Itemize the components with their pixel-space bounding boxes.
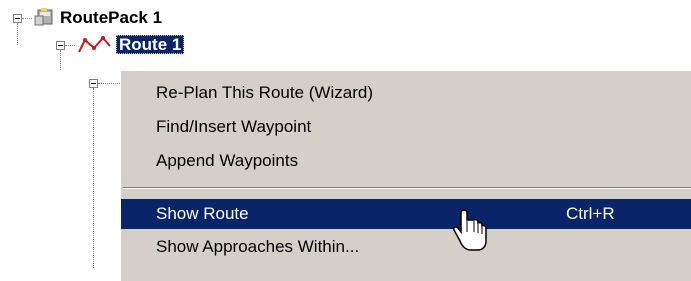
tree-connector	[98, 83, 120, 84]
routepack-collapse-toggle[interactable]	[13, 14, 22, 23]
menu-item-label: Find/Insert Waypoint	[156, 117, 312, 136]
route-label-wrap[interactable]: Route 1	[116, 34, 185, 56]
tree-connector	[22, 18, 32, 19]
routepack-label[interactable]: RoutePack 1	[60, 7, 162, 29]
tree-connector	[65, 45, 75, 46]
routepack-icon	[34, 8, 53, 26]
route-collapse-toggle[interactable]	[56, 41, 65, 50]
menu-item-replan-route[interactable]: Re-Plan This Route (Wizard)	[121, 78, 691, 108]
menu-item-show-approaches-within[interactable]: Show Approaches Within...	[121, 232, 691, 262]
menu-item-append-waypoints[interactable]: Append Waypoints	[121, 146, 691, 176]
menu-item-shortcut: Ctrl+R	[566, 204, 615, 223]
route-label[interactable]: Route 1	[116, 35, 185, 54]
menu-item-find-insert-waypoint[interactable]: Find/Insert Waypoint	[121, 112, 691, 142]
tree-connector	[93, 88, 94, 268]
route-icon	[78, 36, 111, 53]
menu-item-show-route[interactable]: Show Route Ctrl+R	[121, 199, 691, 229]
context-menu: Re-Plan This Route (Wizard) Find/Insert …	[120, 70, 691, 281]
waypoints-collapse-toggle[interactable]	[89, 79, 98, 88]
menu-item-label: Show Route	[156, 204, 249, 223]
menu-item-label: Re-Plan This Route (Wizard)	[156, 83, 373, 102]
tree-connector	[17, 23, 18, 45]
menu-item-label: Show Approaches Within...	[156, 237, 360, 256]
tree-connector	[60, 50, 61, 70]
menu-item-label: Append Waypoints	[156, 151, 299, 170]
menu-separator	[123, 187, 691, 189]
hand-cursor-icon	[453, 209, 487, 251]
